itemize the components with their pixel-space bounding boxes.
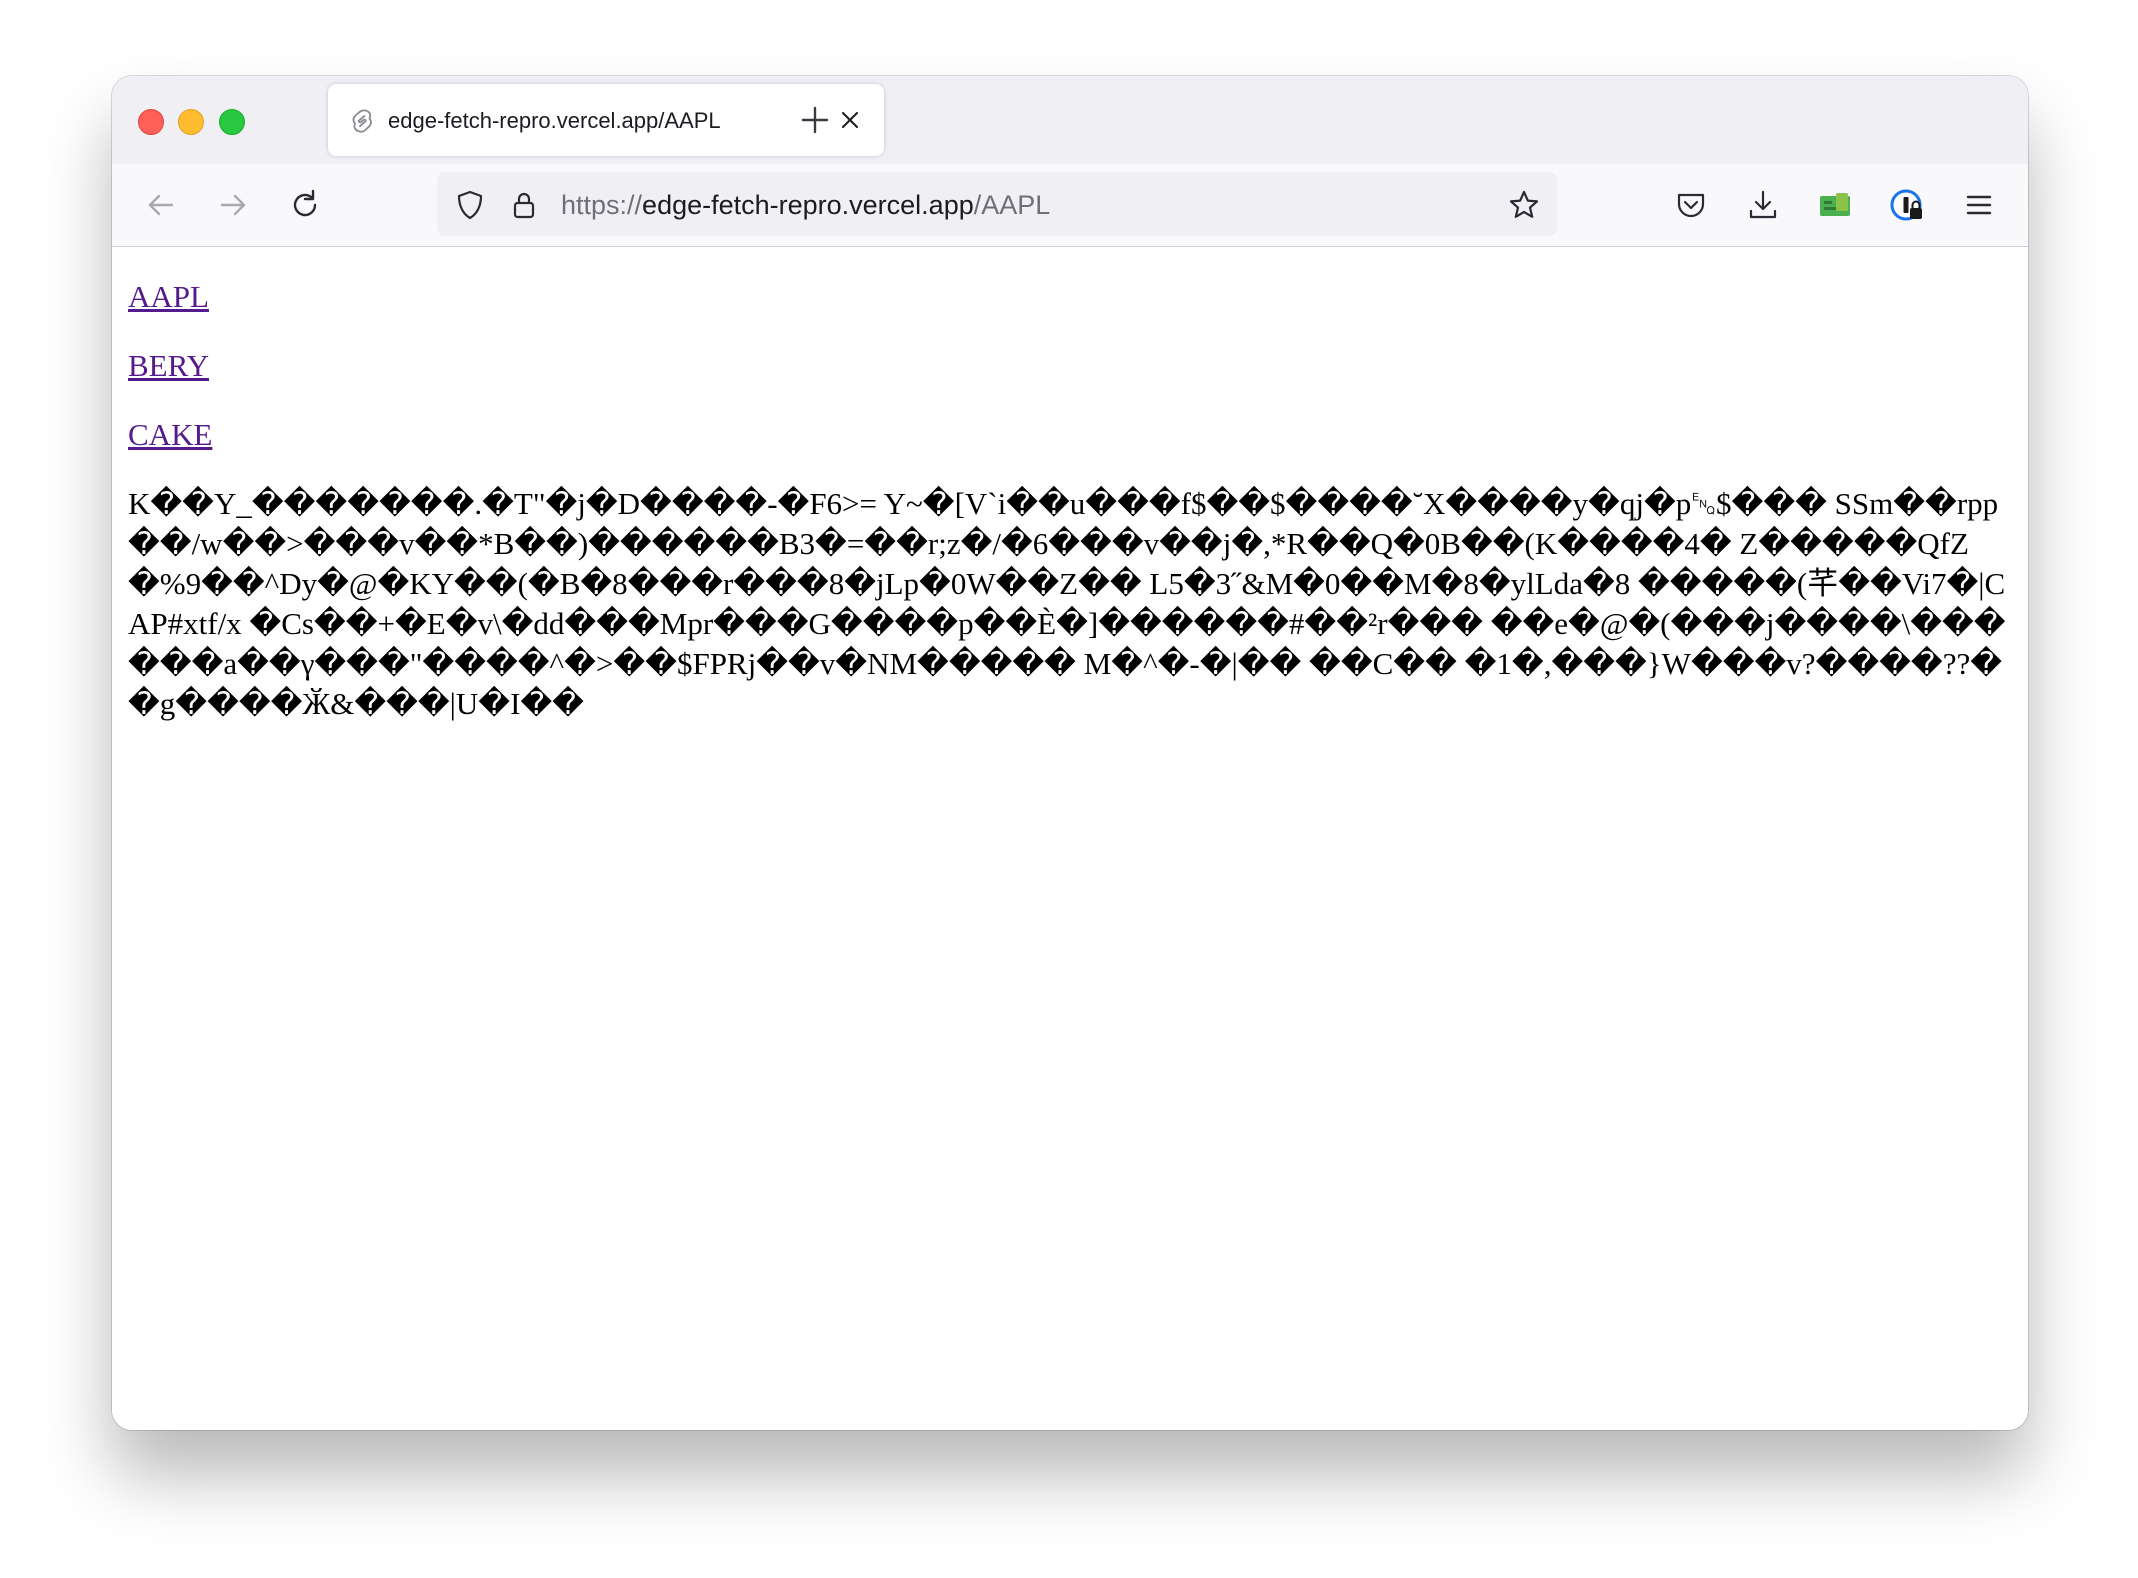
navigation-toolbar: https://edge-fetch-repro.vercel.app/AAPL	[112, 164, 2028, 247]
page-content: AAPL BERY CAKE K��Y_�������.�T"�j�D����-…	[112, 247, 2028, 1430]
arrow-right-icon[interactable]	[214, 186, 252, 224]
link-aapl[interactable]: AAPL	[128, 277, 209, 317]
plus-icon[interactable]	[798, 103, 832, 137]
1password-icon[interactable]	[1888, 186, 1926, 224]
url-path: /AAPL	[973, 190, 1051, 220]
browser-window: edge-fetch-repro.vercel.app/AAPL https:/…	[112, 76, 2028, 1430]
minimize-window-button[interactable]	[178, 109, 204, 135]
reload-icon[interactable]	[286, 186, 324, 224]
close-window-button[interactable]	[138, 109, 164, 135]
lock-icon[interactable]	[507, 188, 541, 222]
download-icon[interactable]	[1744, 186, 1782, 224]
garbled-response-text: K��Y_�������.�T"�j�D����-�F6>= Y~�[V`i��…	[128, 486, 2006, 721]
url-host: edge-fetch-repro.vercel.app	[642, 190, 974, 220]
link-bery[interactable]: BERY	[128, 346, 209, 386]
zoom-window-button[interactable]	[219, 109, 245, 135]
extension-icon[interactable]	[1816, 186, 1854, 224]
star-icon[interactable]	[1507, 188, 1541, 222]
link-cake[interactable]: CAKE	[128, 415, 212, 455]
shield-icon[interactable]	[453, 188, 487, 222]
tab-title: edge-fetch-repro.vercel.app/AAPL	[388, 108, 721, 133]
close-icon[interactable]	[838, 108, 862, 132]
tab-strip: edge-fetch-repro.vercel.app/AAPL	[112, 76, 2028, 164]
arrow-left-icon[interactable]	[142, 186, 180, 224]
url-text[interactable]: https://edge-fetch-repro.vercel.app/AAPL	[561, 188, 1050, 222]
svelte-icon	[352, 109, 372, 133]
url-bar[interactable]: https://edge-fetch-repro.vercel.app/AAPL	[437, 172, 1557, 236]
page-body: AAPL BERY CAKE K��Y_�������.�T"�j�D����-…	[128, 277, 2013, 724]
pocket-icon[interactable]	[1672, 186, 1710, 224]
menu-icon[interactable]	[1960, 186, 1998, 224]
url-scheme: https://	[561, 190, 643, 220]
